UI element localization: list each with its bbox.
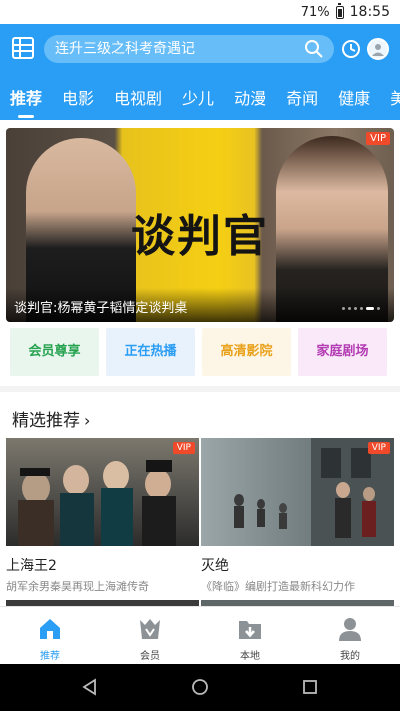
bottom-tab-label: 推荐 (40, 651, 60, 662)
search-icon[interactable] (304, 39, 324, 59)
tab-movie[interactable]: 电影 (62, 86, 94, 120)
tab-anime[interactable]: 动漫 (234, 86, 266, 120)
vip-badge: VIP (367, 442, 390, 454)
banner-title: 谈判官 (131, 211, 269, 262)
section-divider (0, 386, 400, 392)
history-clock-icon[interactable] (341, 39, 361, 59)
video-card[interactable]: VIP 灭绝 《降临》编剧打造最新科幻力作 (201, 438, 394, 594)
tab-recommend[interactable]: 推荐 (10, 86, 42, 120)
banner-caption: 谈判官:杨幂黄子韬情定谈判桌 (14, 301, 188, 316)
bottom-tab-label: 我的 (340, 651, 360, 662)
featured-banner[interactable]: 谈判官 VIP 谈判官:杨幂黄子韬情定谈判桌 (6, 128, 394, 322)
bottom-tab-label: 本地 (240, 651, 260, 662)
status-bar: 71% 18:55 (0, 0, 400, 24)
video-poster: VIP (6, 438, 199, 546)
battery-icon (335, 2, 344, 19)
video-title: 上海王2 (6, 558, 57, 574)
tab-kids[interactable]: 少儿 (182, 86, 214, 120)
crown-icon (140, 619, 160, 639)
home-icon (40, 619, 60, 639)
video-title: 灭绝 (201, 558, 229, 574)
bottom-tab-recommend[interactable]: 推荐 (0, 607, 100, 664)
section-header[interactable]: 精选推荐 › (12, 406, 90, 431)
video-description: 胡军余男秦昊再现上海滩传奇 (6, 580, 149, 593)
battery-percent: 71% (300, 4, 330, 20)
clock-time: 18:55 (349, 4, 390, 20)
carousel-indicator (342, 307, 380, 310)
video-poster: VIP (201, 438, 394, 546)
person-icon (339, 618, 361, 641)
tab-more[interactable]: 美 (390, 86, 400, 120)
search-query: 连升三级之科考奇遇记 (55, 41, 195, 57)
quick-link-hd-cinema[interactable]: 高清影院 (202, 328, 291, 376)
download-folder-icon (239, 621, 261, 639)
quick-links: 会员尊享 正在热播 高清影院 家庭剧场 (10, 328, 392, 376)
user-avatar[interactable] (367, 38, 389, 60)
section-title: 精选推荐 (12, 411, 80, 431)
bottom-tab-local[interactable]: 本地 (200, 607, 300, 664)
quick-link-vip[interactable]: 会员尊享 (10, 328, 99, 376)
tab-tv-series[interactable]: 电视剧 (114, 86, 162, 120)
video-description: 《降临》编剧打造最新科幻力作 (201, 580, 355, 593)
category-tabs: 推荐 电影 电视剧 少儿 动漫 奇闻 健康美 (0, 86, 400, 120)
tab-curiosities[interactable]: 奇闻 (286, 86, 318, 120)
chevron-right-icon: › (84, 411, 91, 430)
tab-health[interactable]: 健康 (338, 86, 370, 120)
vip-badge: VIP (172, 442, 195, 454)
bottom-tab-mine[interactable]: 我的 (300, 607, 400, 664)
app-header: 连升三级之科考奇遇记 推荐 电影 电视剧 少儿 动漫 奇闻 健康美 (0, 24, 400, 120)
video-card[interactable]: VIP 上海王2 胡军余男秦昊再现上海滩传奇 (6, 438, 199, 594)
search-bar[interactable]: 连升三级之科考奇遇记 (44, 35, 334, 63)
quick-link-hot[interactable]: 正在热播 (106, 328, 195, 376)
home-circle-icon[interactable] (190, 677, 210, 697)
recent-apps-icon[interactable] (300, 677, 320, 697)
banner-caption-bar: 谈判官:杨幂黄子韬情定谈判桌 (6, 288, 394, 322)
menu-grid-icon[interactable] (12, 37, 34, 59)
bottom-tab-label: 会员 (140, 651, 160, 662)
quick-link-family-theater[interactable]: 家庭剧场 (298, 328, 387, 376)
bottom-tab-bar: 推荐 会员 本地 我的 (0, 606, 400, 664)
bottom-tab-vip[interactable]: 会员 (100, 607, 200, 664)
back-icon[interactable] (80, 677, 100, 697)
system-navigation-bar (0, 664, 400, 711)
vip-badge: VIP (366, 132, 390, 145)
